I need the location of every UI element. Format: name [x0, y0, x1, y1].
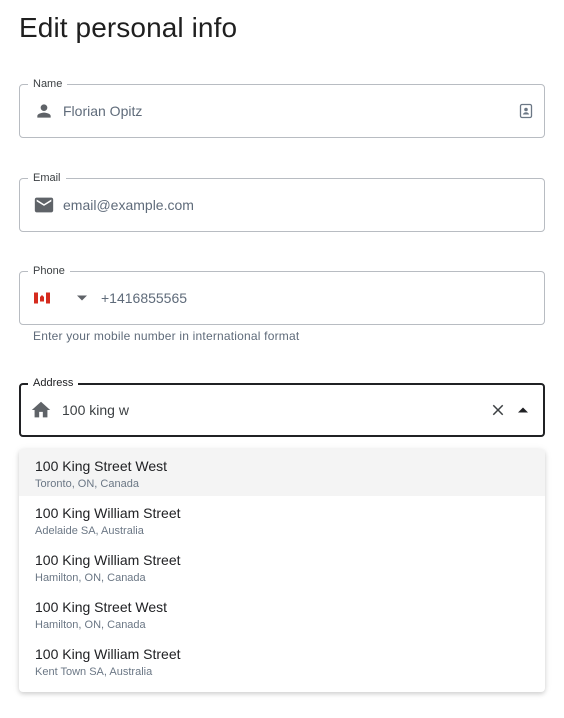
address-input[interactable]: 100 king w — [62, 402, 129, 418]
suggestion-option[interactable]: 100 King Street West Hamilton, ON, Canad… — [19, 590, 545, 637]
collapse-caret-icon[interactable] — [518, 407, 528, 413]
suggestion-main-text: 100 King William Street — [35, 505, 181, 521]
address-field-label: Address — [28, 376, 79, 390]
suggestion-secondary-text: Kent Town SA, Australia — [35, 666, 153, 678]
canada-flag-icon[interactable] — [34, 292, 50, 304]
email-input[interactable]: email@example.com — [63, 197, 194, 213]
address-field[interactable]: Address 100 king w — [19, 376, 545, 437]
suggestion-option[interactable]: 100 King William Street Kent Town SA, Au… — [19, 637, 545, 684]
country-dropdown-caret-icon[interactable] — [77, 295, 87, 301]
suggestion-secondary-text: Adelaide SA, Australia — [35, 525, 144, 537]
contact-card-icon[interactable] — [518, 103, 534, 119]
suggestion-option[interactable]: 100 King William Street Adelaide SA, Aus… — [19, 496, 545, 543]
email-field-label: Email — [28, 171, 66, 185]
suggestion-secondary-text: Toronto, ON, Canada — [35, 478, 139, 490]
email-field[interactable]: Email email@example.com — [19, 171, 545, 232]
phone-input[interactable]: +1416855565 — [101, 290, 187, 306]
person-icon — [32, 99, 56, 123]
mail-icon — [32, 193, 56, 217]
clear-icon[interactable] — [489, 401, 507, 419]
phone-field-label: Phone — [28, 264, 70, 278]
suggestion-main-text: 100 King Street West — [35, 599, 168, 615]
name-input[interactable]: Florian Opitz — [63, 103, 142, 119]
suggestion-secondary-text: Hamilton, ON, Canada — [35, 619, 146, 631]
home-icon — [29, 398, 53, 422]
suggestion-secondary-text: Hamilton, ON, Canada — [35, 572, 146, 584]
suggestion-main-text: 100 King William Street — [35, 552, 181, 568]
phone-helper-text: Enter your mobile number in internationa… — [33, 329, 300, 343]
suggestion-option[interactable]: 100 King Street West Toronto, ON, Canada — [19, 449, 545, 496]
name-field[interactable]: Name Florian Opitz — [19, 77, 545, 138]
page-title: Edit personal info — [19, 12, 238, 43]
address-suggestions-list: 100 King Street West Toronto, ON, Canada… — [19, 449, 545, 692]
suggestion-main-text: 100 King Street West — [35, 458, 168, 474]
name-field-label: Name — [28, 77, 68, 91]
phone-field[interactable]: Phone +1416855565 — [19, 264, 545, 325]
suggestion-main-text: 100 King William Street — [35, 646, 181, 662]
suggestion-option[interactable]: 100 King William Street Hamilton, ON, Ca… — [19, 543, 545, 590]
